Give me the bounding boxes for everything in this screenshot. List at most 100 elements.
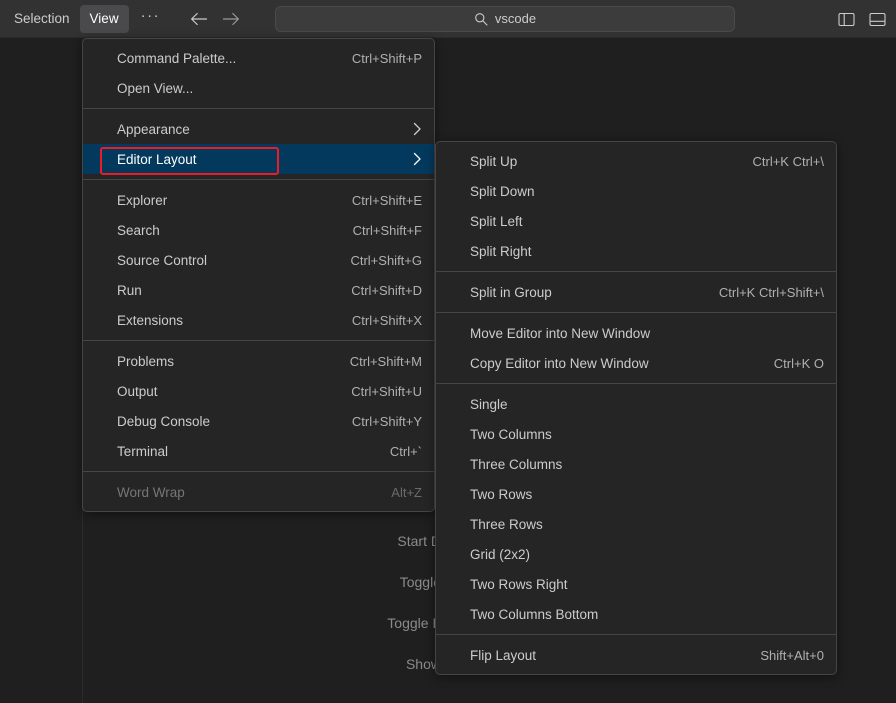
submenu-item-split-in-group[interactable]: Split in GroupCtrl+K Ctrl+Shift+\ bbox=[436, 277, 836, 307]
menu-item-debug-console[interactable]: Debug Console Ctrl+Shift+Y bbox=[83, 406, 434, 436]
menu-item-appearance[interactable]: Appearance bbox=[83, 114, 434, 144]
menu-item-open-view[interactable]: Open View... bbox=[83, 73, 434, 103]
submenu-item-two-columns-bottom[interactable]: Two Columns Bottom bbox=[436, 599, 836, 629]
menu-item-command-palette-keybind: Ctrl+Shift+P bbox=[322, 51, 422, 66]
menu-item-problems[interactable]: Problems Ctrl+Shift+M bbox=[83, 346, 434, 376]
submenu-item-move-editor-into-new-window[interactable]: Move Editor into New Window bbox=[436, 318, 836, 348]
submenu-item-two-columns-label: Two Columns bbox=[470, 427, 552, 442]
menu-separator bbox=[436, 271, 836, 272]
submenu-item-split-right[interactable]: Split Right bbox=[436, 236, 836, 266]
back-arrow-icon[interactable] bbox=[188, 8, 210, 30]
window-layout-actions bbox=[838, 0, 886, 38]
menu-item-explorer-label: Explorer bbox=[117, 193, 167, 208]
submenu-item-split-right-label: Split Right bbox=[470, 244, 532, 259]
submenu-item-split-down[interactable]: Split Down bbox=[436, 176, 836, 206]
submenu-item-split-left-label: Split Left bbox=[470, 214, 523, 229]
side-bar bbox=[0, 38, 83, 703]
forward-arrow-icon[interactable] bbox=[220, 8, 242, 30]
submenu-item-split-up-keybind: Ctrl+K Ctrl+\ bbox=[722, 154, 824, 169]
menu-item-search-label: Search bbox=[117, 223, 160, 238]
submenu-item-two-columns-bottom-label: Two Columns Bottom bbox=[470, 607, 598, 622]
submenu-item-two-rows-right[interactable]: Two Rows Right bbox=[436, 569, 836, 599]
submenu-item-flip-layout[interactable]: Flip Layout Shift+Alt+0 bbox=[436, 640, 836, 670]
menu-item-extensions[interactable]: Extensions Ctrl+Shift+X bbox=[83, 305, 434, 335]
submenu-item-three-rows-label: Three Rows bbox=[470, 517, 543, 532]
submenu-item-two-rows-right-label: Two Rows Right bbox=[470, 577, 568, 592]
menu-item-output-keybind: Ctrl+Shift+U bbox=[321, 384, 422, 399]
menu-item-explorer-keybind: Ctrl+Shift+E bbox=[322, 193, 422, 208]
menu-item-extensions-label: Extensions bbox=[117, 313, 183, 328]
menu-item-command-palette[interactable]: Command Palette... Ctrl+Shift+P bbox=[83, 43, 434, 73]
submenu-item-copy-editor-into-new-window-label: Copy Editor into New Window bbox=[470, 356, 649, 371]
menubar-item-view[interactable]: View bbox=[80, 5, 129, 33]
menu-item-source-control-keybind: Ctrl+Shift+G bbox=[320, 253, 422, 268]
menu-item-problems-label: Problems bbox=[117, 354, 174, 369]
menu-item-open-view-label: Open View... bbox=[117, 81, 193, 96]
menu-separator bbox=[436, 383, 836, 384]
menu-item-debug-console-keybind: Ctrl+Shift+Y bbox=[322, 414, 422, 429]
submenu-item-two-rows[interactable]: Two Rows bbox=[436, 479, 836, 509]
submenu-item-single[interactable]: Single bbox=[436, 389, 836, 419]
toggle-secondary-side-bar-icon[interactable] bbox=[838, 12, 855, 27]
menu-item-word-wrap-label: Word Wrap bbox=[117, 485, 185, 500]
command-center-search[interactable]: vscode bbox=[275, 6, 735, 32]
command-center-query: vscode bbox=[495, 11, 536, 27]
menu-item-word-wrap: Word Wrap Alt+Z bbox=[83, 477, 434, 507]
vscode-window: Selection View ··· v bbox=[0, 0, 896, 703]
watermark-shortcut-list: Start D Toggle Toggle F Show bbox=[387, 533, 441, 672]
submenu-item-single-label: Single bbox=[470, 397, 508, 412]
menu-item-source-control[interactable]: Source Control Ctrl+Shift+G bbox=[83, 245, 434, 275]
menu-item-editor-layout-label: Editor Layout bbox=[117, 152, 197, 167]
menu-bar: Selection View ··· bbox=[0, 0, 172, 37]
menubar-overflow-icon[interactable]: ··· bbox=[129, 9, 173, 29]
submenu-item-split-left[interactable]: Split Left bbox=[436, 206, 836, 236]
submenu-item-three-columns[interactable]: Three Columns bbox=[436, 449, 836, 479]
chevron-right-icon bbox=[393, 152, 422, 166]
view-menu-dropdown: Command Palette... Ctrl+Shift+P Open View.… bbox=[82, 38, 435, 512]
menu-item-command-palette-label: Command Palette... bbox=[117, 51, 236, 66]
menu-item-run-label: Run bbox=[117, 283, 142, 298]
submenu-item-three-rows[interactable]: Three Rows bbox=[436, 509, 836, 539]
submenu-item-split-up-label: Split Up bbox=[470, 154, 517, 169]
submenu-item-split-in-group-keybind: Ctrl+K Ctrl+Shift+\ bbox=[689, 285, 824, 300]
toggle-panel-icon[interactable] bbox=[869, 12, 886, 27]
menu-item-run[interactable]: Run Ctrl+Shift+D bbox=[83, 275, 434, 305]
menu-separator bbox=[83, 340, 434, 341]
submenu-item-move-editor-into-new-window-label: Move Editor into New Window bbox=[470, 326, 650, 341]
menu-item-appearance-label: Appearance bbox=[117, 122, 190, 137]
menu-separator bbox=[83, 471, 434, 472]
submenu-item-flip-layout-keybind: Shift+Alt+0 bbox=[730, 648, 824, 663]
menu-item-search-keybind: Ctrl+Shift+F bbox=[323, 223, 422, 238]
chevron-right-icon bbox=[393, 122, 422, 136]
menu-item-explorer[interactable]: Explorer Ctrl+Shift+E bbox=[83, 185, 434, 215]
menu-item-output-label: Output bbox=[117, 384, 158, 399]
menu-item-source-control-label: Source Control bbox=[117, 253, 207, 268]
submenu-item-three-columns-label: Three Columns bbox=[470, 457, 562, 472]
menu-separator bbox=[436, 312, 836, 313]
title-bar: Selection View ··· v bbox=[0, 0, 896, 38]
menu-separator bbox=[436, 634, 836, 635]
submenu-item-split-up[interactable]: Split Up Ctrl+K Ctrl+\ bbox=[436, 146, 836, 176]
submenu-item-two-columns[interactable]: Two Columns bbox=[436, 419, 836, 449]
submenu-item-copy-editor-into-new-window[interactable]: Copy Editor into New Window Ctrl+K O bbox=[436, 348, 836, 378]
menubar-item-selection[interactable]: Selection bbox=[4, 5, 80, 33]
editor-layout-submenu: Split Up Ctrl+K Ctrl+\ Split Down Split Lef… bbox=[435, 141, 837, 675]
watermark-shortcut: Toggle F bbox=[387, 615, 441, 631]
submenu-item-copy-editor-into-new-window-keybind: Ctrl+K O bbox=[744, 356, 824, 371]
submenu-item-grid-2x2[interactable]: Grid (2x2) bbox=[436, 539, 836, 569]
menu-item-search[interactable]: Search Ctrl+Shift+F bbox=[83, 215, 434, 245]
menu-item-word-wrap-keybind: Alt+Z bbox=[361, 485, 422, 500]
menu-item-terminal-label: Terminal bbox=[117, 444, 168, 459]
menu-item-extensions-keybind: Ctrl+Shift+X bbox=[322, 313, 422, 328]
submenu-item-flip-layout-label: Flip Layout bbox=[470, 648, 536, 663]
menu-item-editor-layout[interactable]: Editor Layout bbox=[83, 144, 434, 174]
menu-item-terminal[interactable]: TerminalCtrl+` bbox=[83, 436, 434, 466]
menu-item-output[interactable]: Output Ctrl+Shift+U bbox=[83, 376, 434, 406]
menu-item-debug-console-label: Debug Console bbox=[117, 414, 210, 429]
menu-item-problems-keybind: Ctrl+Shift+M bbox=[320, 354, 422, 369]
submenu-item-split-down-label: Split Down bbox=[470, 184, 535, 199]
menu-item-run-keybind: Ctrl+Shift+D bbox=[321, 283, 422, 298]
search-icon bbox=[474, 12, 488, 26]
navigation-buttons bbox=[188, 8, 242, 30]
submenu-item-two-rows-label: Two Rows bbox=[470, 487, 532, 502]
